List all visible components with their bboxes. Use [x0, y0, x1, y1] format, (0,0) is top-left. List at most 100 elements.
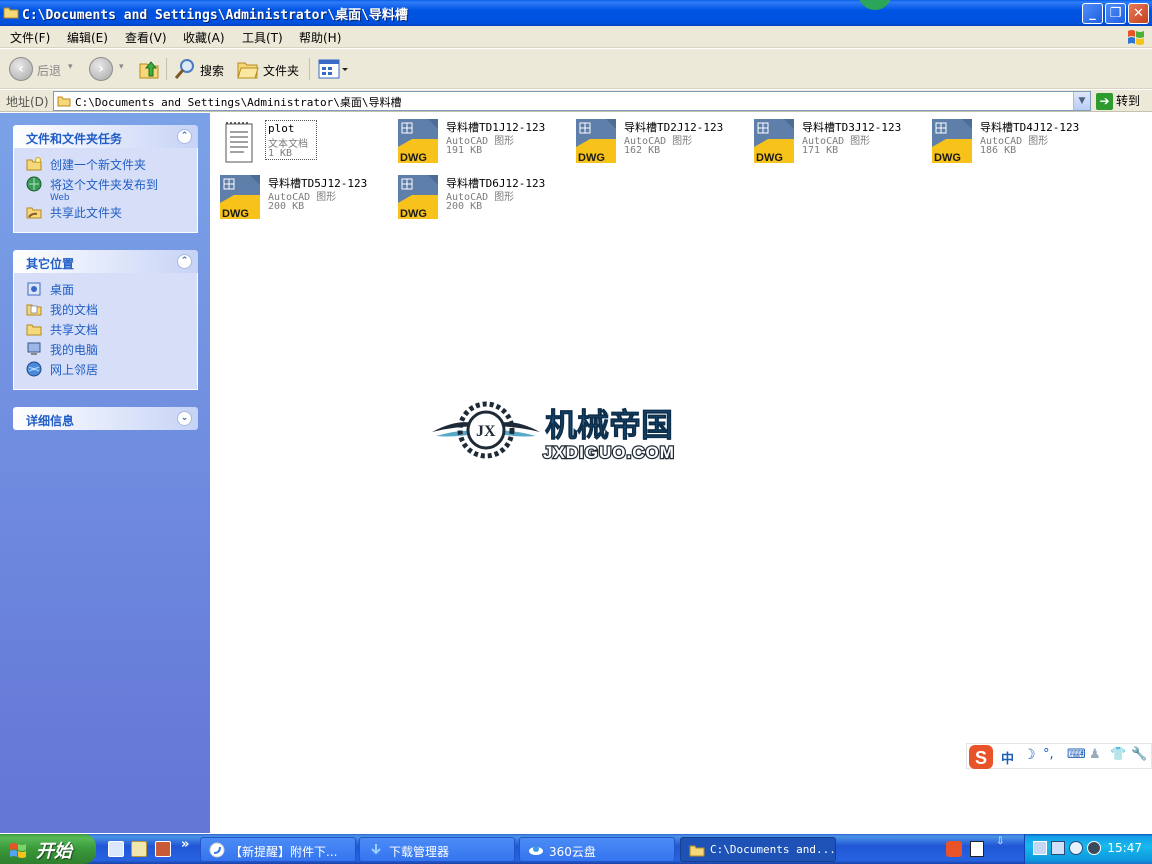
- watermark-logo: JX 机械帝国 JXDIGUO.COM: [432, 401, 675, 462]
- taskbar-task[interactable]: 下载管理器: [359, 837, 515, 862]
- title-bar: C:\Documents and Settings\Administrator\…: [0, 0, 1152, 26]
- file-item[interactable]: DWG 导料槽TD5J12-123 AutoCAD 图形 200 KB: [218, 173, 388, 227]
- views-icon[interactable]: [317, 57, 349, 81]
- task-new-folder[interactable]: 创建一个新文件夹: [14, 156, 197, 176]
- file-size: 200 KB: [446, 201, 483, 212]
- place-desktop[interactable]: 桌面: [14, 281, 197, 301]
- place-my-computer[interactable]: 我的电脑: [14, 341, 197, 361]
- dwg-file-icon: DWG: [576, 119, 616, 164]
- search-button[interactable]: 搜索: [200, 62, 224, 86]
- menu-edit[interactable]: 编辑(E): [67, 29, 108, 46]
- menu-file[interactable]: 文件(F): [10, 29, 50, 46]
- menu-view[interactable]: 查看(V): [125, 29, 167, 46]
- download-manager-icon: [371, 844, 381, 855]
- volume-icon[interactable]: [1087, 841, 1101, 855]
- help-icon[interactable]: [970, 841, 984, 857]
- sogou-logo-icon[interactable]: S: [968, 744, 994, 770]
- network-places-icon: [26, 361, 42, 377]
- half-width-moon-icon[interactable]: ☽: [1023, 747, 1036, 763]
- file-size: 191 KB: [446, 145, 483, 156]
- dwg-file-icon: DWG: [398, 119, 438, 164]
- back-dropdown-icon[interactable]: ▾: [68, 62, 73, 86]
- details-panel: 详细信息 ⌄: [13, 407, 198, 430]
- share-folder-icon: [26, 207, 42, 219]
- show-desktop-icon[interactable]: [108, 841, 124, 857]
- dwg-file-icon: DWG: [754, 119, 794, 164]
- floating-widget[interactable]: [858, 0, 892, 10]
- dwg-badge: DWG: [934, 152, 961, 164]
- browser-icon: [209, 842, 225, 858]
- keyboard-icon[interactable]: ⌨: [1067, 747, 1086, 762]
- task-share-folder[interactable]: 共享此文件夹: [14, 204, 197, 224]
- menu-help[interactable]: 帮助(H): [299, 29, 341, 46]
- file-item[interactable]: DWG 导料槽TD4J12-123 AutoCAD 图形 186 KB: [930, 117, 1100, 171]
- quicklaunch-app-icon[interactable]: [155, 841, 171, 857]
- menu-tools[interactable]: 工具(T): [242, 29, 283, 46]
- place-shared-documents[interactable]: 共享文档: [14, 321, 197, 341]
- taskbar-task-active[interactable]: C:\Documents and...: [680, 837, 836, 862]
- close-button[interactable]: ✕: [1128, 3, 1149, 24]
- monitor-icon[interactable]: [1051, 841, 1065, 855]
- search-icon[interactable]: [173, 57, 197, 81]
- maximize-button[interactable]: ❐: [1105, 3, 1126, 24]
- watermark-emblem: JX: [476, 423, 496, 440]
- file-view[interactable]: plot 文本文档 1 KB DWG 导料槽TD1J12-123 AutoCAD…: [210, 113, 1152, 833]
- skin-shirt-icon[interactable]: 👕: [1110, 747, 1126, 762]
- place-my-documents[interactable]: 我的文档: [14, 301, 197, 321]
- file-item[interactable]: DWG 导料槽TD6J12-123 AutoCAD 图形 200 KB: [396, 173, 566, 227]
- clock: 15:47: [1107, 841, 1142, 855]
- file-size: 200 KB: [268, 201, 305, 212]
- task-label: 将这个文件夹发布到: [50, 178, 159, 192]
- address-input[interactable]: C:\Documents and Settings\Administrator\…: [53, 91, 1091, 111]
- forward-arrow-icon[interactable]: ›: [89, 57, 113, 81]
- dwg-badge: DWG: [400, 208, 427, 220]
- folders-icon[interactable]: [236, 57, 260, 81]
- go-label: 转到: [1116, 94, 1141, 108]
- folders-button[interactable]: 文件夹: [263, 62, 299, 86]
- forward-dropdown-icon[interactable]: ▾: [119, 62, 124, 86]
- file-tasks-header[interactable]: 文件和文件夹任务 ⌃: [13, 125, 198, 148]
- back-button-label[interactable]: 后退: [37, 62, 61, 86]
- ime-toolbar: S 中 ☽ °, ⌨ ♟ 👕 🔧: [966, 743, 1152, 769]
- go-button[interactable]: ➔ 转到: [1096, 92, 1140, 110]
- place-network[interactable]: 网上邻居: [14, 361, 197, 381]
- up-folder-icon[interactable]: [137, 57, 161, 81]
- shared-documents-icon: [26, 324, 42, 336]
- user-icon[interactable]: ♟: [1089, 747, 1101, 762]
- notepad-icon[interactable]: [131, 841, 147, 857]
- file-item[interactable]: DWG 导料槽TD2J12-123 AutoCAD 图形 162 KB: [574, 117, 744, 171]
- address-value[interactable]: C:\Documents and Settings\Administrator\…: [75, 94, 402, 110]
- file-item[interactable]: DWG 导料槽TD1J12-123 AutoCAD 图形 191 KB: [396, 117, 566, 171]
- language-bar-icon[interactable]: ⇩: [996, 836, 1004, 847]
- settings-wrench-icon[interactable]: 🔧: [1131, 747, 1147, 762]
- file-item[interactable]: DWG 导料槽TD3J12-123 AutoCAD 图形 171 KB: [752, 117, 922, 171]
- quicklaunch-more-icon[interactable]: »: [181, 837, 189, 852]
- minimize-button[interactable]: _: [1082, 3, 1103, 24]
- taskbar-task[interactable]: 360云盘: [519, 837, 675, 862]
- task-label: C:\Documents and...: [710, 843, 836, 856]
- panel-title: 其它位置: [26, 257, 75, 271]
- task-label: 【新提醒】附件下...: [230, 845, 338, 859]
- punctuation-icon[interactable]: °,: [1043, 747, 1054, 762]
- sogou-tray-icon[interactable]: [946, 841, 962, 857]
- menu-favorites[interactable]: 收藏(A): [183, 29, 225, 46]
- back-arrow-icon[interactable]: ‹: [9, 57, 33, 81]
- place-label: 共享文档: [50, 323, 99, 337]
- file-item[interactable]: plot 文本文档 1 KB: [218, 120, 388, 174]
- task-publish-web[interactable]: 将这个文件夹发布到 Web: [14, 176, 197, 204]
- ime-mode-toggle[interactable]: 中: [1001, 748, 1014, 767]
- start-button[interactable]: 开始: [0, 834, 96, 864]
- collapse-icon[interactable]: ⌃: [177, 129, 192, 144]
- expand-icon[interactable]: ⌄: [177, 411, 192, 426]
- address-dropdown-icon[interactable]: ▼: [1073, 92, 1090, 110]
- toolbar: ‹ 后退 ▾ › ▾ 搜索 文件夹: [0, 49, 1152, 89]
- dwg-badge: DWG: [578, 152, 605, 164]
- security-shield-icon[interactable]: [1069, 841, 1083, 855]
- my-documents-icon: [26, 304, 42, 316]
- dwg-file-icon: DWG: [398, 175, 438, 220]
- other-places-header[interactable]: 其它位置 ⌃: [13, 250, 198, 273]
- taskbar-task[interactable]: 【新提醒】附件下...: [200, 837, 356, 862]
- collapse-icon[interactable]: ⌃: [177, 254, 192, 269]
- network-icon[interactable]: [1033, 841, 1047, 855]
- details-header[interactable]: 详细信息 ⌄: [13, 407, 198, 430]
